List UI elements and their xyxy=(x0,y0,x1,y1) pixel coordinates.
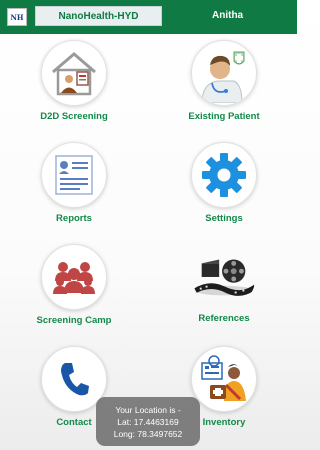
toast-title: Your Location is - xyxy=(115,404,181,415)
user-name: Anitha xyxy=(212,10,244,21)
settings-label: Settings xyxy=(205,213,243,224)
reports-label: Reports xyxy=(56,213,92,224)
screening-camp-button[interactable] xyxy=(41,244,107,310)
health-worker-kit-icon xyxy=(201,355,246,401)
references-label: References xyxy=(198,313,250,324)
screening-camp-label: Screening Camp xyxy=(36,315,112,326)
doctor-patient-icon xyxy=(201,51,245,103)
organization-name[interactable]: NanoHealth-HYD xyxy=(35,6,162,26)
reports-tile[interactable]: Reports xyxy=(14,142,134,224)
film-reel-icon xyxy=(193,259,255,296)
d2d-screening-button[interactable] xyxy=(41,40,107,106)
gear-icon xyxy=(202,153,246,197)
settings-button[interactable] xyxy=(191,142,257,208)
phone-icon xyxy=(61,363,89,396)
settings-tile[interactable]: Settings xyxy=(164,142,284,224)
report-document-icon xyxy=(55,155,93,195)
existing-patient-tile[interactable]: Existing Patient xyxy=(164,40,284,122)
existing-patient-label: Existing Patient xyxy=(188,111,260,122)
references-button[interactable] xyxy=(192,244,256,308)
app-header: NH NanoHealth-HYD Anitha xyxy=(0,0,297,34)
people-group-icon xyxy=(53,262,95,294)
screening-camp-tile[interactable]: Screening Camp xyxy=(14,244,134,326)
location-toast: Your Location is - Lat: 17.4463169 Long:… xyxy=(96,397,200,446)
references-tile[interactable]: References xyxy=(164,244,284,324)
toast-latitude: Lat: 17.4463169 xyxy=(117,416,179,427)
app-logo: NH xyxy=(7,8,27,26)
house-family-icon xyxy=(52,52,96,96)
existing-patient-button[interactable] xyxy=(191,40,257,106)
reports-button[interactable] xyxy=(41,142,107,208)
d2d-screening-label: D2D Screening xyxy=(40,111,108,122)
d2d-screening-tile[interactable]: D2D Screening xyxy=(14,40,134,122)
inventory-button[interactable] xyxy=(191,346,257,412)
toast-longitude: Long: 78.3497652 xyxy=(113,428,183,439)
